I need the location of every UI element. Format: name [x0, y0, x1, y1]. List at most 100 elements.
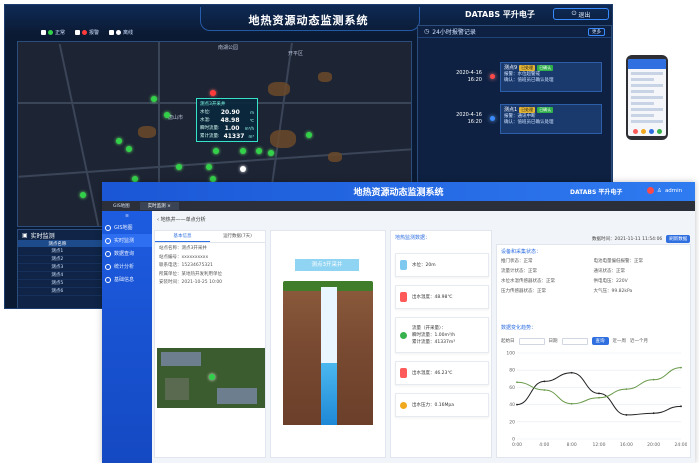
- legend-offline[interactable]: 离线: [109, 29, 133, 36]
- tab-basic-info[interactable]: 基本信息: [155, 231, 210, 242]
- well-diagram-panel: 测点3开采井: [270, 230, 386, 458]
- x-tick-label: 20:00: [647, 442, 660, 448]
- tab-run-data[interactable]: 运行数据(7天): [210, 231, 265, 242]
- map-point-normal[interactable]: [126, 146, 132, 152]
- detail-brand-logo: DATABS 平升电子: [570, 189, 623, 196]
- sidebar-item-realtime[interactable]: 实时监测: [102, 234, 152, 247]
- series-point-1: [516, 403, 518, 406]
- tab-realtime[interactable]: 实时监测 ×: [139, 202, 179, 210]
- map-label: 唐山市: [168, 115, 184, 121]
- flow-meter-icon: [400, 331, 407, 339]
- monitor-data-title: 地热监测数据：: [395, 235, 431, 241]
- user-menu[interactable]: ♙ admin: [647, 187, 682, 194]
- status-badge: 已确认: [537, 65, 554, 71]
- popup-row: 水位: 20.90 m: [200, 108, 254, 116]
- map-point-normal[interactable]: [176, 164, 182, 170]
- range-week-option[interactable]: 近一周: [613, 338, 627, 344]
- user-icon: ♙: [657, 187, 662, 194]
- map-point-normal[interactable]: [151, 96, 157, 102]
- popup-value: 20.90: [220, 108, 240, 116]
- y-tick-label: 80: [509, 368, 515, 374]
- legend-normal[interactable]: 正常: [41, 29, 65, 36]
- water-column: [321, 363, 337, 425]
- well-title: 测点3开采井: [295, 259, 359, 271]
- satellite-minimap[interactable]: [157, 348, 265, 408]
- page-tabs: GIS地图 实时监测 ×: [102, 201, 695, 211]
- x-tick-label: 8:00: [567, 442, 577, 448]
- water-level-icon: [400, 260, 407, 270]
- exit-button[interactable]: ⏻ 退出: [553, 8, 609, 20]
- alarm-point-name: 测点1: [504, 107, 518, 113]
- info-icon: [105, 276, 111, 283]
- popup-value: 48.98: [220, 116, 240, 124]
- range-month-option[interactable]: 近一个月: [630, 338, 648, 344]
- map-point-normal[interactable]: [240, 148, 246, 154]
- series-point-2: [570, 402, 573, 405]
- sidebar-item-basic[interactable]: 基础信息: [102, 273, 152, 286]
- series-point-2: [625, 388, 628, 391]
- search-button[interactable]: 查询: [591, 337, 609, 345]
- popup-unit: m³: [248, 133, 255, 139]
- status-badge: 已处理: [519, 107, 536, 113]
- data-card-temperature: 出水温度：48.98℃: [395, 285, 489, 309]
- y-tick-label: 100: [506, 351, 515, 357]
- data-card-water-level: 水位：20m: [395, 253, 489, 277]
- series-point-2: [543, 389, 546, 391]
- sidebar-item-query[interactable]: 数据查询: [102, 247, 152, 260]
- thermometer-icon: [400, 292, 407, 302]
- more-button[interactable]: 更多: [588, 27, 605, 36]
- sidebar: ≡ GIS地图 实时监测 数据查询 统计分析 基础信息: [102, 211, 152, 463]
- map-point-normal[interactable]: [256, 148, 262, 154]
- alarm-item[interactable]: 2020-4-16 16:20 测点9 已处理 已确认 报警：水位超警戒 确认：值班员…: [422, 60, 608, 94]
- map-point-normal[interactable]: [213, 148, 219, 154]
- alarm-card: 测点9 已处理 已确认 报警：水位超警戒 确认：值班员已确认处理: [500, 62, 602, 92]
- popup-label: 累计流量:: [200, 134, 220, 139]
- legend-label: 离线: [123, 30, 134, 36]
- map-point-normal[interactable]: [206, 164, 212, 170]
- alarm-item[interactable]: 2020-4-16 16:20 测点1 已处理 已确认 报警：通讯中断 确认：值班员已…: [422, 102, 608, 136]
- location-pin-icon: [209, 374, 215, 380]
- map-point-normal[interactable]: [306, 132, 312, 138]
- popup-unit: m: [250, 109, 254, 115]
- detail-header: 地热资源动态监测系统 DATABS 平升电子 ♙ admin: [102, 182, 695, 201]
- sidebar-item-stats[interactable]: 统计分析: [102, 260, 152, 273]
- checkbox-icon: [75, 30, 81, 35]
- breadcrumb: ‹ 地热井——单点分析: [157, 216, 206, 223]
- map-point-normal[interactable]: [268, 150, 274, 156]
- basic-tabs: 基本信息 运行数据(7天): [155, 231, 265, 243]
- popup-value: 41337: [223, 132, 245, 140]
- data-card-outlet-temp: 出水温度：46.23℃: [395, 361, 489, 385]
- popup-row: 累计流量: 41337 m³: [200, 132, 254, 140]
- phone-screen: [628, 59, 666, 136]
- data-card-flow: 流量（开采量）： 瞬时流量：1.00m³/h 累计流量：41337m³: [395, 317, 489, 353]
- x-tick-label: 24:00: [675, 442, 687, 448]
- alarm-detail: 确认：值班员已确认处理: [504, 78, 554, 83]
- popup-unit: ℃: [249, 117, 254, 123]
- map-legend: 正常 报警 离线: [41, 29, 133, 36]
- exit-label: 退出: [578, 11, 591, 19]
- series-point-1: [625, 414, 628, 416]
- x-tick-label: 12:00: [593, 442, 606, 448]
- map-point-normal[interactable]: [164, 112, 170, 118]
- status-badge: 已确认: [537, 107, 554, 113]
- y-tick-label: 0: [512, 437, 515, 443]
- map-point-normal[interactable]: [116, 138, 122, 144]
- popup-title: 测点3开采井: [200, 102, 226, 107]
- refresh-button[interactable]: 刷新数据: [666, 235, 691, 243]
- map-point-offline[interactable]: [240, 166, 246, 172]
- end-date-input[interactable]: [561, 337, 588, 345]
- map-point-normal[interactable]: [80, 192, 86, 198]
- sidebar-item-gis[interactable]: GIS地图: [102, 221, 152, 234]
- breadcrumb-text: 地热井——单点分析: [160, 217, 206, 223]
- trend-title: 数据变化趋势：: [501, 325, 537, 331]
- sidebar-collapse[interactable]: ≡: [102, 211, 152, 221]
- alarm-title: 24小时报警记录: [432, 29, 476, 36]
- alarm-detail: 确认：值班员已确认处理: [504, 120, 554, 125]
- tab-gis-map[interactable]: GIS地图: [105, 202, 138, 210]
- status-dot-icon: [82, 30, 88, 35]
- notification-badge[interactable]: [647, 187, 654, 194]
- start-date-input[interactable]: [518, 337, 545, 345]
- popup-label: 水温:: [200, 118, 211, 123]
- map-point-alarm[interactable]: [210, 90, 216, 96]
- legend-alarm[interactable]: 报警: [75, 29, 99, 36]
